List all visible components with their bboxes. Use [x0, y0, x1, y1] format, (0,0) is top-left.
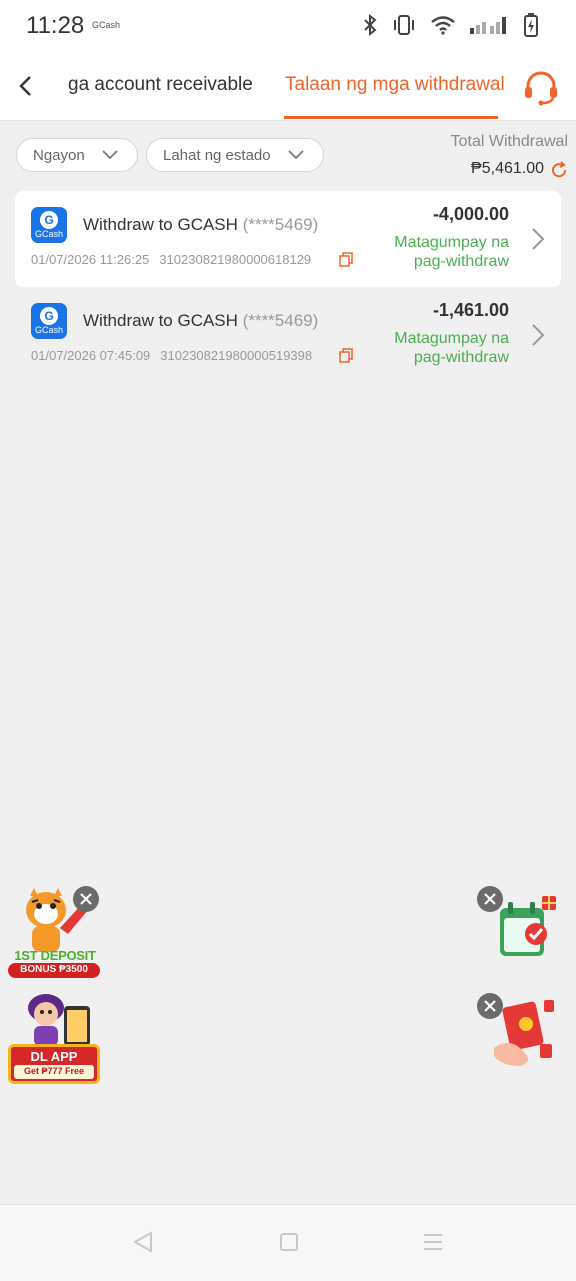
record-title: Withdraw to GCASH (****5469)	[83, 311, 319, 330]
filters: Ngayon Lahat ng estado	[16, 138, 324, 172]
record-amount: -4,000.00	[432, 204, 509, 224]
system-nav-bar	[0, 1204, 576, 1281]
signal-icon	[470, 17, 506, 34]
dl-app-banner: DL APP Get ₱777 Free	[8, 1044, 100, 1084]
nav-back-icon[interactable]	[131, 1231, 157, 1253]
gcash-logo: G GCash	[31, 207, 67, 243]
status-bar: 11:28 GCash	[0, 0, 576, 52]
chevron-right-icon	[532, 324, 545, 346]
record-datetime: 01/07/2026 07:45:09	[31, 348, 151, 363]
record-status: Matagumpay na pag-withdraw	[394, 330, 509, 366]
record-account: (****5469)	[242, 311, 319, 330]
header: ga account receivable Talaan ng mga with…	[0, 52, 576, 121]
nav-menu-icon[interactable]	[420, 1231, 446, 1253]
bluetooth-icon	[364, 14, 377, 36]
close-first-deposit-promo[interactable]	[73, 886, 99, 912]
dl-app-subtitle: Get ₱777 Free	[23, 1066, 85, 1076]
dl-app-subtitle-strip: Get ₱777 Free	[14, 1065, 94, 1079]
close-icon	[484, 893, 496, 905]
record-meta: 01/07/2026 11:26:25 3102308219800006181​2…	[31, 252, 311, 267]
date-filter-dropdown[interactable]: Ngayon	[16, 138, 138, 172]
chevron-right-icon	[532, 228, 545, 250]
download-app-promo[interactable]: DL APP Get ₱777 Free	[8, 992, 102, 1086]
date-filter-label: Ngayon	[33, 146, 85, 164]
withdrawal-record[interactable]: G GCash Withdraw to GCASH (****5469) 01/…	[15, 287, 561, 383]
chevron-down-icon	[102, 150, 118, 160]
record-datetime: 01/07/2026 11:26:25	[31, 252, 150, 267]
gcash-logo: G GCash	[31, 303, 67, 339]
record-meta: 01/07/2026 07:45:09 310230821980000519398	[31, 348, 312, 363]
record-status: Matagumpay na pag-withdraw	[394, 234, 509, 270]
battery-charging-icon	[524, 13, 538, 37]
close-icon	[80, 893, 92, 905]
total-withdrawal-amount: ₱5,461.00	[471, 160, 544, 177]
active-tab-indicator	[284, 116, 498, 119]
withdrawal-record[interactable]: G GCash Withdraw to GCASH (****5469) 01/…	[15, 191, 561, 287]
status-app-label: GCash	[92, 20, 121, 30]
dl-app-title: DL APP	[30, 1049, 78, 1064]
record-reference: 310230821980000519398	[160, 348, 313, 363]
first-deposit-title: 1ST DEPOSIT	[14, 948, 96, 963]
tab-account-receivable[interactable]: ga account receivable	[68, 74, 253, 96]
record-account: (****5469)	[242, 215, 319, 234]
copy-icon[interactable]	[339, 252, 353, 267]
refresh-icon[interactable]	[550, 161, 568, 179]
customer-support-icon[interactable]	[522, 70, 560, 106]
back-arrow-icon[interactable]	[14, 72, 40, 100]
vibrate-icon	[394, 15, 414, 35]
copy-icon[interactable]	[339, 348, 353, 363]
tab-withdrawal-records[interactable]: Talaan ng mga withdrawal	[285, 74, 505, 96]
status-icons	[362, 13, 538, 37]
app-mascot-icon	[28, 994, 90, 1046]
status-time: 11:28	[26, 12, 85, 39]
total-withdrawal-label: Total Withdrawal	[450, 133, 568, 150]
daily-checkin-promo[interactable]	[496, 894, 560, 960]
wifi-icon	[431, 16, 455, 35]
record-amount: -1,461.00	[432, 300, 509, 320]
calendar-gift-icon	[500, 896, 556, 956]
record-reference: 3102308219800006181​29	[159, 252, 312, 267]
nav-home-icon[interactable]	[276, 1231, 302, 1253]
first-deposit-bonus-badge: BONUS ₱3500	[8, 963, 100, 978]
close-red-envelope-promo[interactable]	[477, 993, 503, 1019]
status-filter-dropdown[interactable]: Lahat ng estado	[146, 138, 324, 172]
status-filter-label: Lahat ng estado	[163, 146, 271, 164]
close-icon	[484, 1000, 496, 1012]
close-calendar-promo[interactable]	[477, 886, 503, 912]
record-title: Withdraw to GCASH (****5469)	[83, 215, 319, 234]
chevron-down-icon	[287, 150, 304, 160]
first-deposit-bonus: BONUS ₱3500	[20, 964, 88, 975]
